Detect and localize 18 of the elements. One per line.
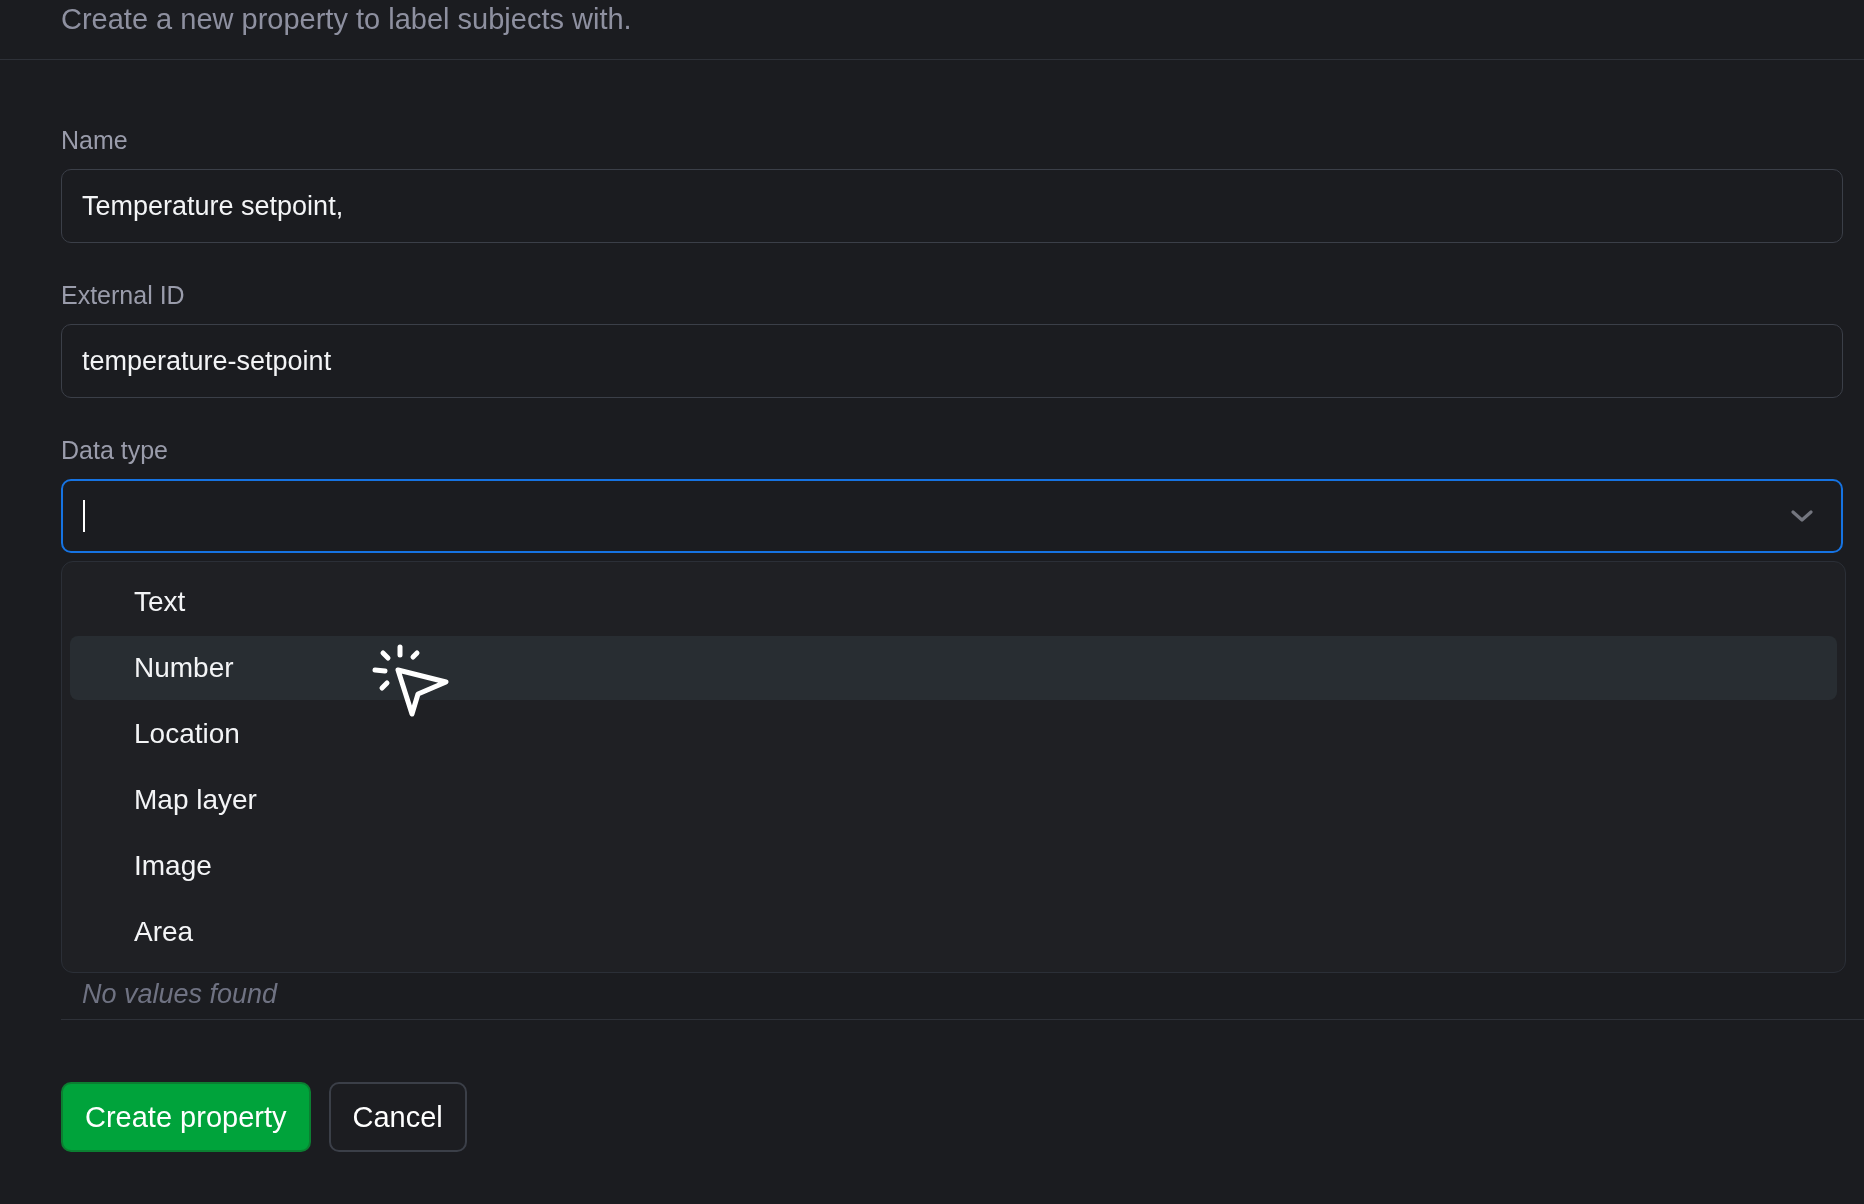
dropdown-option[interactable]: Number bbox=[70, 636, 1837, 700]
chevron-down-icon bbox=[1791, 510, 1813, 522]
dropdown-option[interactable]: Text bbox=[70, 570, 1837, 634]
empty-values-text: No values found bbox=[81, 978, 278, 1010]
cancel-button[interactable]: Cancel bbox=[328, 1082, 467, 1152]
text-field[interactable]: temperature-setpoint bbox=[61, 324, 1843, 398]
dropdown-option[interactable]: Location bbox=[70, 702, 1837, 766]
text-caret-icon bbox=[83, 500, 85, 532]
select-field[interactable] bbox=[61, 479, 1843, 553]
field-label: Data type bbox=[61, 435, 168, 466]
dropdown-option[interactable]: Area bbox=[70, 900, 1837, 964]
click-pointer-icon bbox=[372, 643, 449, 717]
field-label: External ID bbox=[61, 280, 185, 311]
field-label: Name bbox=[61, 125, 128, 156]
dropdown-option[interactable]: Image bbox=[70, 834, 1837, 898]
form-subtitle: Create a new property to label subjects with. bbox=[61, 2, 632, 37]
text-field[interactable]: Temperature setpoint, bbox=[61, 169, 1843, 243]
dropdown-option[interactable]: Map layer bbox=[70, 768, 1837, 832]
